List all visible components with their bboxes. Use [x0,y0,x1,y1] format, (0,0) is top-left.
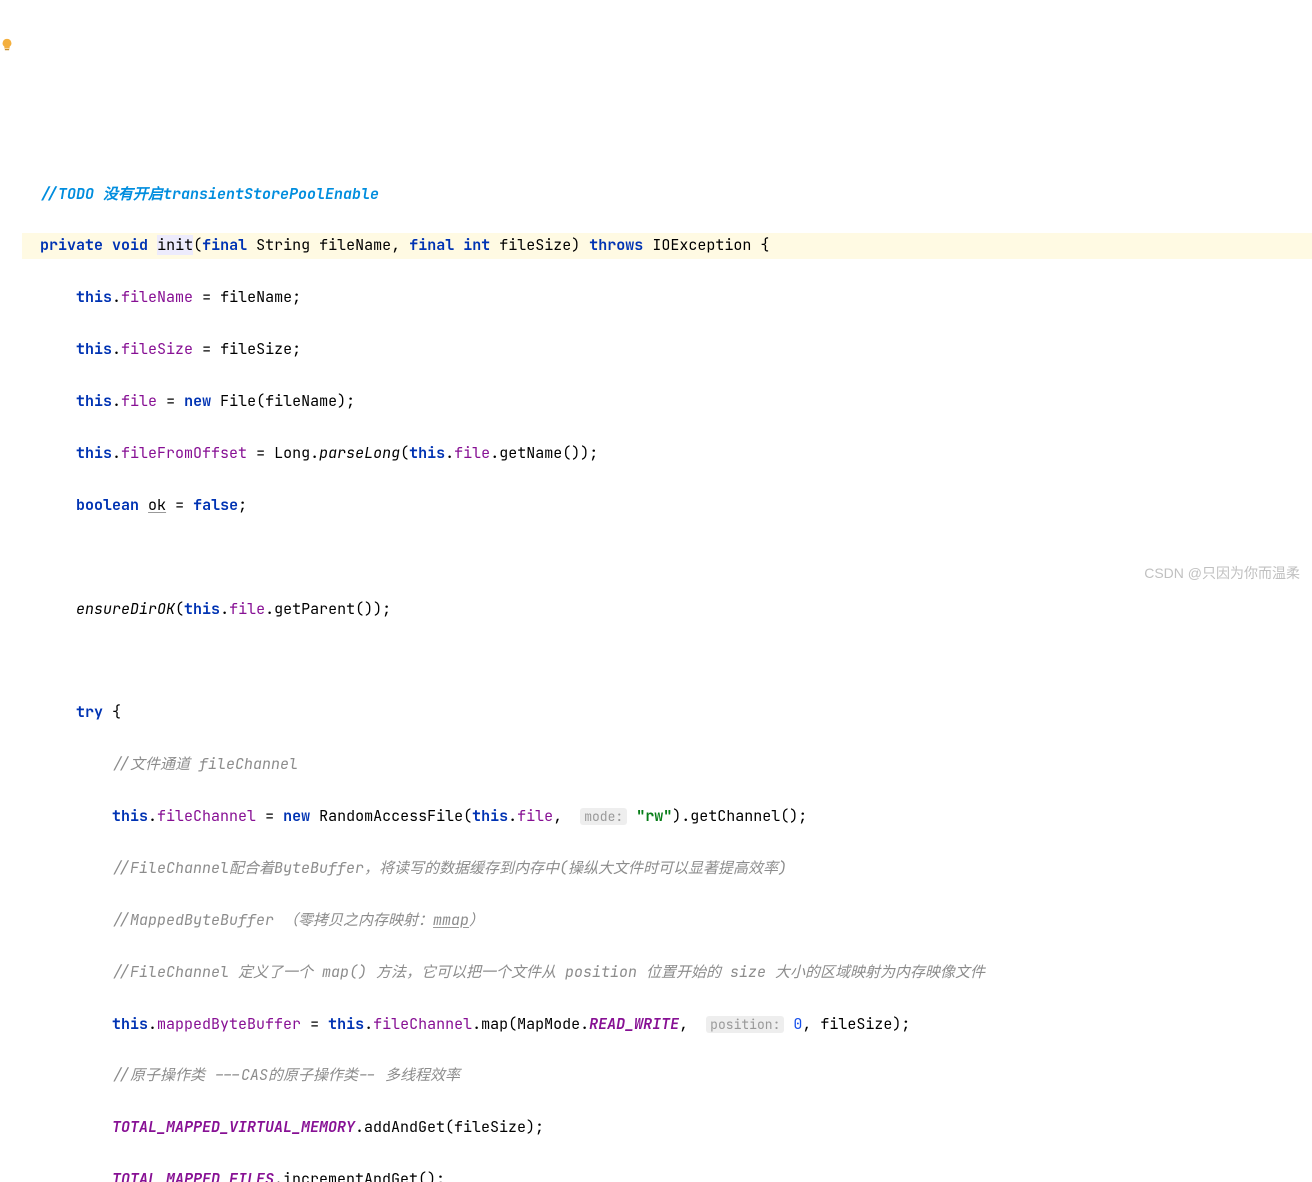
code-line: //FileChannel 定义了一个 map() 方法，它可以把一个文件从 p… [22,960,1312,986]
code-line: TOTAL_MAPPED_FILES.incrementAndGet(); [22,1167,1312,1182]
code-line: //MappedByteBuffer （零拷贝之内存映射：mmap） [22,908,1312,934]
code-line: ensureDirOK(this.file.getParent()); [22,597,1312,623]
code-line: this.fileName = fileName; [22,285,1312,311]
code-line: this.mappedByteBuffer = this.fileChannel… [22,1012,1312,1038]
blank-line [22,648,1312,674]
code-line: TOTAL_MAPPED_VIRTUAL_MEMORY.addAndGet(fi… [22,1115,1312,1141]
code-line: boolean ok = false; [22,493,1312,519]
code-line: //原子操作类 ---CAS的原子操作类-- 多线程效率 [22,1063,1312,1089]
method-signature-line: private void init(final String fileName,… [22,233,1312,259]
code-line: //TODO 没有开启transientStorePoolEnable [22,182,1312,208]
code-line: this.fileFromOffset = Long.parseLong(thi… [22,441,1312,467]
blank-line [22,545,1312,571]
code-editor[interactable]: //TODO 没有开启transientStorePoolEnable priv… [0,156,1312,1182]
code-line: //FileChannel配合着ByteBuffer，将读写的数据缓存到内存中(… [22,856,1312,882]
code-line: this.fileChannel = new RandomAccessFile(… [22,804,1312,830]
todo-tag: //TODO [40,184,94,204]
code-line: try { [22,700,1312,726]
code-line: this.file = new File(fileName); [22,389,1312,415]
param-hint: mode: [580,808,627,825]
code-line: //文件通道 fileChannel [22,752,1312,778]
lightbulb-icon[interactable] [0,38,14,52]
todo-text: 没有开启transientStorePoolEnable [94,184,379,204]
param-hint: position: [706,1016,784,1033]
code-line: this.fileSize = fileSize; [22,337,1312,363]
